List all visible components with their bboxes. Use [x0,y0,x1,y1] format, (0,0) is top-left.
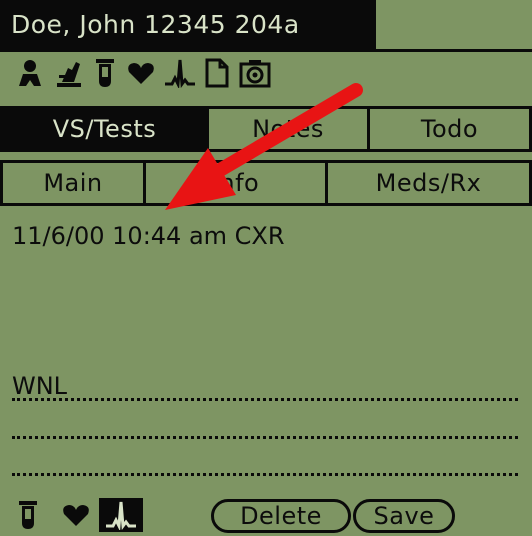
camera-icon[interactable] [238,56,272,90]
tab-meds-rx[interactable]: Meds/Rx [325,160,532,206]
document-icon[interactable] [202,56,232,90]
ekg-icon[interactable] [162,56,198,90]
tab-notes[interactable]: Notes [206,106,370,152]
note-entry-text[interactable]: 11/6/00 10:44 am CXR [12,222,285,250]
tab-row-secondary: Main Info Meds/Rx [0,160,532,206]
note-line [12,473,518,476]
test-tube-icon[interactable] [90,56,120,90]
delete-button[interactable]: Delete [211,499,351,533]
person-icon[interactable] [12,56,48,90]
ekg-icon[interactable] [99,498,143,532]
tab-main[interactable]: Main [0,160,146,206]
tab-info[interactable]: Info [143,160,328,206]
note-line [12,398,518,401]
tab-row-primary: VS/Tests Notes Todo [0,106,532,152]
heart-icon[interactable] [58,498,94,532]
tab-vs-tests[interactable]: VS/Tests [0,106,209,152]
note-line [12,436,518,439]
note-result-text[interactable]: WNL [12,372,67,400]
tab-todo[interactable]: Todo [367,106,532,152]
save-button[interactable]: Save [353,499,455,533]
flask-icon[interactable] [52,56,86,90]
patient-title: Doe, John 12345 204a [11,10,300,39]
title-bar-extension [373,0,532,52]
test-tube-icon[interactable] [14,498,42,532]
heart-icon[interactable] [124,56,158,90]
